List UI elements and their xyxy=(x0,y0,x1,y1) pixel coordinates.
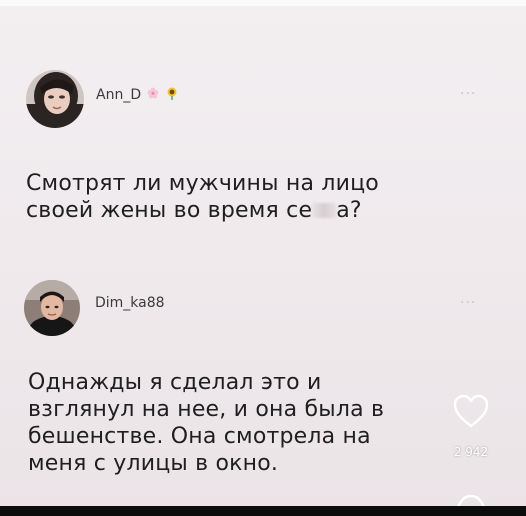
avatar-image xyxy=(26,70,84,128)
like-count: 2 942 xyxy=(453,445,489,459)
top-edge xyxy=(0,0,526,6)
post-text-dim-ka88: Однажды я сделал это и взглянул на нее, … xyxy=(28,369,384,477)
post-text-line: Однажды я сделал это и xyxy=(28,370,322,395)
avatar-ann-d[interactable] xyxy=(26,70,84,128)
username-dim-ka88[interactable]: Dim_ka88 xyxy=(95,295,165,311)
username-ann-d[interactable]: Ann_D xyxy=(96,87,141,103)
more-options-icon[interactable]: ··· xyxy=(460,86,476,102)
more-options-icon[interactable]: ··· xyxy=(460,295,476,311)
cherry-blossom-icon xyxy=(147,87,159,102)
heart-outline-icon[interactable] xyxy=(452,393,490,429)
post-text-ann-d: Смотрят ли мужчины на лицо своей жены во… xyxy=(26,170,379,224)
avatar-image xyxy=(24,280,80,336)
post-text-line: меня с улицы в окно. xyxy=(28,451,279,476)
post-text-line: взглянул на нее, и она была в xyxy=(28,397,385,422)
sunflower-icon xyxy=(165,86,179,103)
post-text-line: своей жены во время се а? xyxy=(26,197,379,224)
post-text-fragment: а? xyxy=(336,198,362,223)
feed-screen: Ann_D ··· Смотрят ли мужчины на лицо сво… xyxy=(0,0,526,516)
censor-blur xyxy=(312,203,337,218)
bottom-edge xyxy=(0,506,526,516)
post-text-line: бешенстве. Она смотрела на xyxy=(28,424,371,449)
username-row-ann-d: Ann_D xyxy=(96,86,179,103)
post-text-fragment: своей жены во время се xyxy=(26,198,313,223)
avatar-dim-ka88[interactable] xyxy=(24,280,80,336)
username-row-dim-ka88: Dim_ka88 xyxy=(95,295,165,311)
post-text-line: Смотрят ли мужчины на лицо xyxy=(26,171,379,196)
